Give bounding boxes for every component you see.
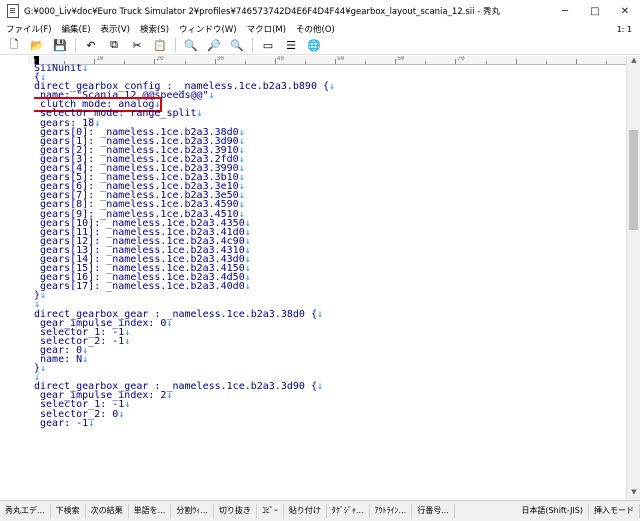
function-key-button[interactable]: 下検索: [51, 504, 86, 518]
ruler-label: 10: [96, 56, 104, 62]
function-key-bar: 秀丸エデ... 下検索 次の結果 単語を... 分割ｳｨ... 切り抜き ｺﾋﾟｰ 貼り付けﾀ…: [0, 504, 455, 518]
function-key-button[interactable]: 単語を...: [129, 504, 172, 518]
editor-line[interactable]: 6 selector_mode: range_split↓: [34, 109, 626, 119]
function-key-button[interactable]: 秀丸エデ...: [0, 504, 51, 518]
function-key-button[interactable]: 貼り付け: [284, 504, 327, 518]
function-key-button[interactable]: ｺﾋﾟｰ: [257, 504, 284, 518]
function-key-button[interactable]: 分割ｳｨ...: [171, 504, 214, 518]
ruler-label: 30: [216, 56, 224, 62]
function-key-button[interactable]: 次の結果: [86, 504, 129, 518]
function-key-button[interactable]: ｱｳﾄﾗｲﾝ...: [370, 504, 413, 518]
function-key-button[interactable]: 切り抜き: [214, 504, 257, 518]
menu-bar: ファイル(F) 編集(E) 表示(V) 検索(S) ウィンドウ(W) マクロ(M…: [0, 22, 640, 36]
app-icon: [7, 4, 19, 18]
menu-search[interactable]: 検索(S): [134, 23, 173, 35]
minimize-button[interactable]: ─: [550, 6, 580, 17]
eol-mark-icon: ↓: [88, 417, 95, 429]
close-button[interactable]: ✕: [610, 6, 640, 17]
ruler-label: 20: [156, 56, 164, 62]
open-folder-icon[interactable]: 📂: [29, 37, 45, 53]
menu-other[interactable]: その他(O): [290, 23, 339, 35]
search-icon[interactable]: 🔍: [183, 37, 199, 53]
editor-line[interactable]: 26}↓: [34, 291, 626, 301]
menu-view[interactable]: 表示(V): [95, 23, 134, 35]
undo-icon[interactable]: ↶: [83, 37, 99, 53]
menu-edit[interactable]: 編集(E): [56, 23, 95, 35]
split-window-icon[interactable]: ☰: [283, 37, 299, 53]
toolbar-separator: [252, 38, 253, 52]
editor-line[interactable]: 31 selector_2: -1↓: [34, 336, 626, 346]
vertical-scrollbar[interactable]: ▲ ▼: [626, 56, 640, 500]
toolbar-separator: [75, 38, 76, 52]
line-number-gutter: [0, 64, 34, 500]
cursor-position: 1: 1: [616, 24, 632, 34]
window-title: G:¥000_Liv¥doc¥Euro Truck Simulator 2¥pr…: [24, 7, 501, 17]
search-next-icon[interactable]: 🔎: [206, 37, 222, 53]
menu-file[interactable]: ファイル(F): [0, 23, 56, 35]
menu-window[interactable]: ウィンドウ(W): [173, 23, 241, 35]
toolbar-separator: [175, 38, 176, 52]
editor-line[interactable]: 40 gear: -1↓: [34, 417, 626, 429]
globe-icon[interactable]: 🌐: [306, 37, 322, 53]
maximize-button[interactable]: □: [580, 6, 610, 17]
editor-line[interactable]: 1SiiNunit↓: [34, 64, 626, 74]
menu-macro[interactable]: マクロ(M): [241, 23, 290, 35]
text-editor[interactable]: 1SiiNunit↓2{↓3direct_gearbox_config : _n…: [34, 64, 626, 500]
ruler-label: 70: [457, 56, 465, 62]
paste-icon[interactable]: 📋: [152, 37, 168, 53]
search-prev-icon[interactable]: 🔍: [229, 37, 245, 53]
editor-line[interactable]: 32 gear: 0↓: [34, 345, 626, 355]
ruler-label: 50: [337, 56, 345, 62]
insert-mode-indicator[interactable]: 挿入モード: [589, 504, 640, 518]
line-text: gear: -1: [34, 417, 89, 429]
window-icon[interactable]: ▭: [260, 37, 276, 53]
scroll-up-icon[interactable]: ▲: [627, 56, 640, 68]
status-right: 日本語(Shift-JIS) 挿入モード: [516, 504, 640, 518]
status-bar: 秀丸エデ... 下検索 次の結果 単語を... 分割ｳｨ... 切り抜き ｺﾋﾟｰ 貼り付けﾀ…: [0, 500, 640, 521]
encoding-indicator[interactable]: 日本語(Shift-JIS): [516, 504, 589, 518]
ruler-label: 40: [276, 56, 285, 62]
copy-icon[interactable]: ⧉: [106, 37, 122, 53]
scrollbar-thumb[interactable]: [629, 130, 638, 230]
function-key-button[interactable]: 行番号...: [412, 504, 455, 518]
editor-line[interactable]: 34}↓: [34, 364, 626, 374]
save-icon[interactable]: 💾: [52, 37, 68, 53]
ruler-label: 60: [397, 56, 405, 62]
editor-line[interactable]: 39 selector_2: 0↓: [34, 409, 626, 419]
title-bar: G:¥000_Liv¥doc¥Euro Truck Simulator 2¥pr…: [0, 0, 640, 23]
scroll-down-icon[interactable]: ▼: [627, 488, 640, 500]
function-key-button[interactable]: ﾀｸﾞｼﾞｬ...: [327, 504, 370, 518]
new-file-icon[interactable]: 🗋: [6, 37, 22, 53]
editor-line[interactable]: 33 name: N↓: [34, 355, 626, 365]
toolbar: 🗋 📂 💾 ↶ ⧉ ✂ 📋 🔍 🔎 🔍 ▭ ☰ 🌐: [0, 36, 640, 55]
editor-line[interactable]: 25 gears[17]: _nameless.1ce.b2a3.40d0↓: [34, 282, 626, 292]
cut-icon[interactable]: ✂: [129, 37, 145, 53]
